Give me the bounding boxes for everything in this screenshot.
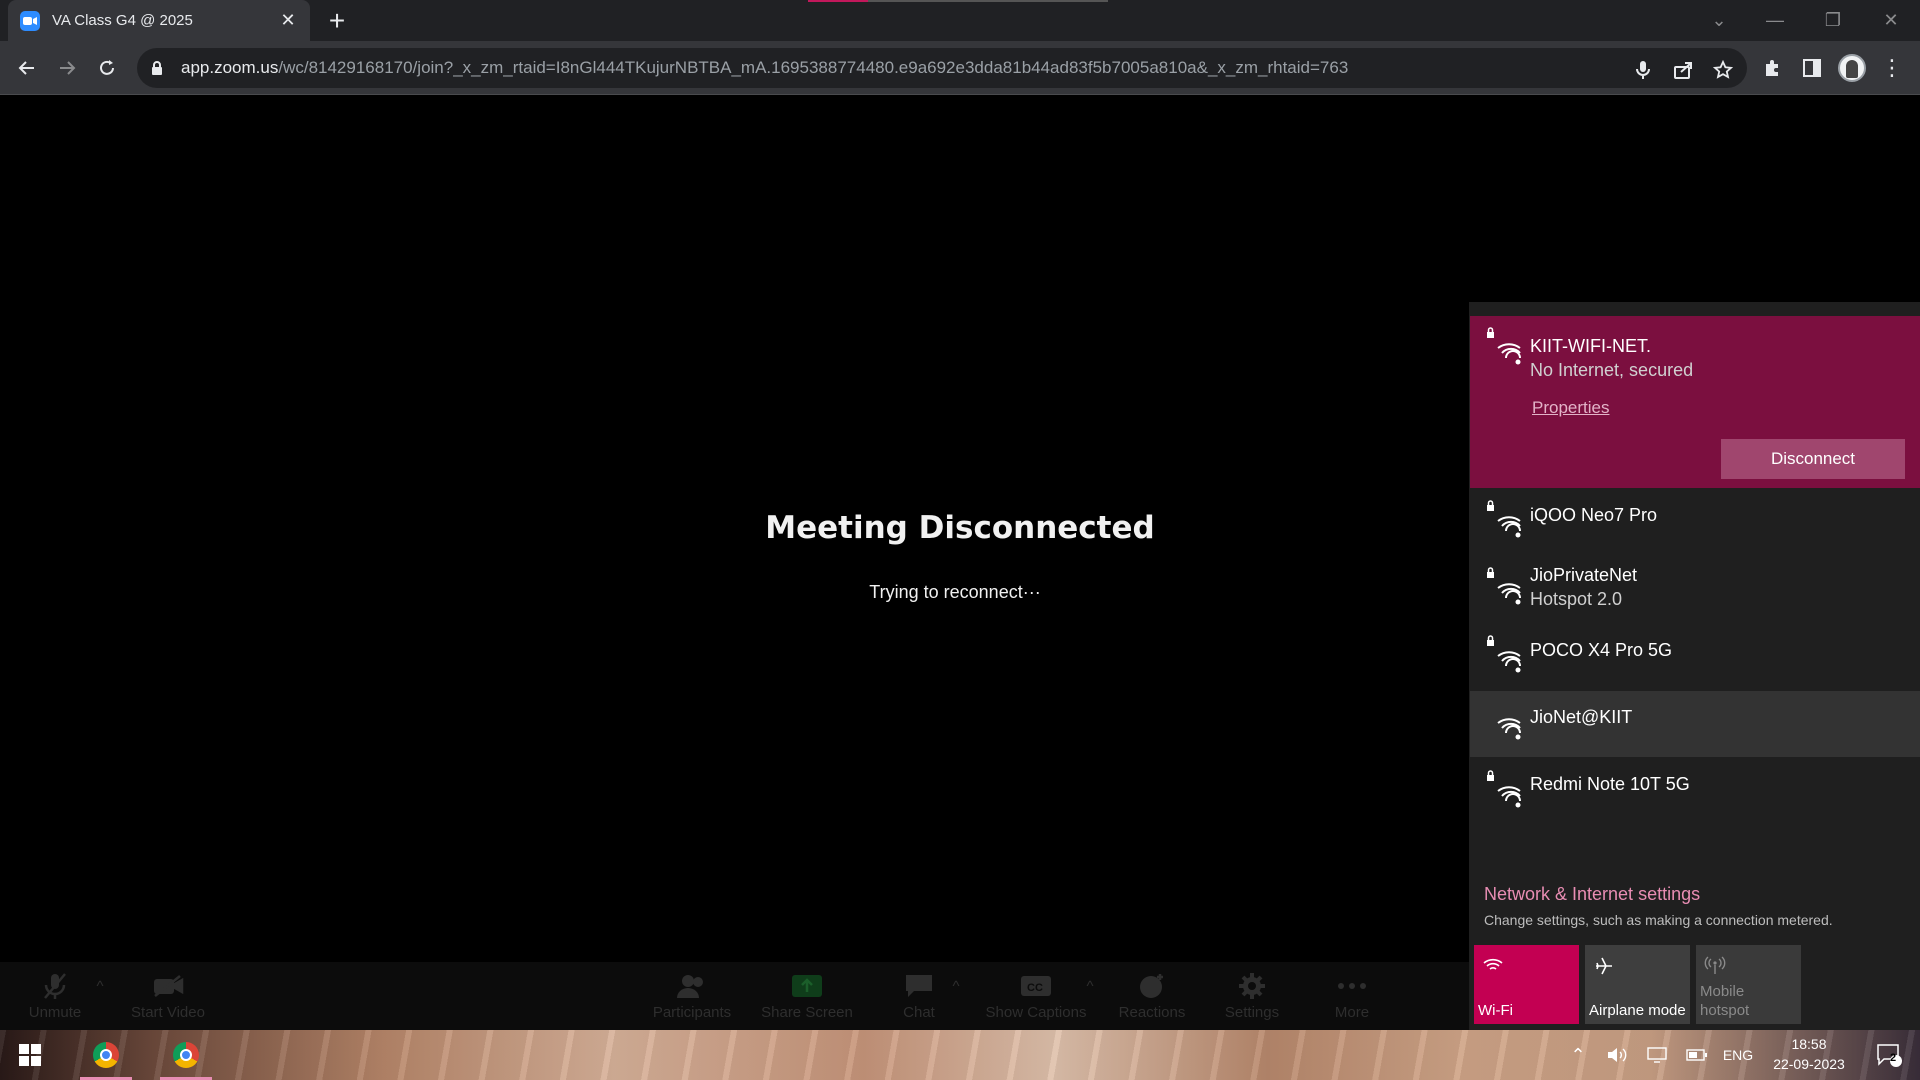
wifi-secured-icon [1487,327,1521,365]
network-name: JioNet@KIIT [1530,707,1633,727]
chrome-icon [173,1042,199,1068]
share-screen-label: Share Screen [761,1004,853,1021]
chat-options-caret[interactable]: ^ [936,962,976,1030]
clock-date: 22-09-2023 [1773,1056,1845,1072]
wifi-icon [1483,958,1503,970]
wifi-secured-icon [1487,500,1521,538]
reactions-button[interactable]: Reactions [1102,962,1202,1030]
video-off-icon [118,970,218,1002]
settings-button[interactable]: Settings [1202,962,1302,1030]
volume-icon[interactable] [1600,1030,1634,1080]
properties-link[interactable]: Properties [1532,398,1609,418]
wifi-secured-icon [1487,635,1521,673]
address-bar[interactable]: app.zoom.us/wc/81429168170/join?_x_zm_rt… [137,48,1747,88]
more-label: More [1334,1004,1370,1021]
back-button[interactable] [12,53,42,83]
mobile-hotspot-tile[interactable]: Mobile hotspot [1696,945,1801,1024]
airplane-tile-label: Airplane mode [1589,1002,1686,1019]
input-language[interactable]: ENG [1718,1030,1758,1080]
network-settings-description: Change settings, such as making a connec… [1484,912,1833,928]
zoom-favicon-icon [20,10,40,31]
browser-toolbar: app.zoom.us/wc/81429168170/join?_x_zm_rt… [0,41,1920,95]
restore-button[interactable]: ❐ [1804,0,1862,41]
settings-label: Settings [1224,1004,1280,1021]
screen: VA Class G4 @ 2025 ✕ + ⌄ — ❐ ✕ app.zoom.… [0,0,1920,1080]
profile-avatar[interactable] [1837,53,1867,83]
wifi-secured-icon [1487,567,1521,605]
taskbar-clock[interactable]: 18:58 22-09-2023 [1764,1034,1854,1074]
chrome-menu-icon[interactable]: ⋮ [1877,53,1907,83]
action-center-icon [1877,1044,1902,1067]
network-name: iQOO Neo7 Pro [1530,505,1658,525]
tab-close-icon[interactable]: ✕ [278,10,298,31]
taskbar: ⌃ ENG 2 [0,1030,1920,1080]
microphone-icon[interactable] [1631,58,1655,82]
browser-tab[interactable]: VA Class G4 @ 2025 ✕ [8,0,310,41]
windows-logo-icon [19,1044,41,1066]
extensions-icon[interactable] [1757,53,1787,83]
chrome-taskbar-button[interactable] [76,1030,136,1080]
network-item[interactable]: JioNet@KIIT [1470,691,1920,757]
tab-search-icon[interactable]: ⌄ [1690,0,1748,41]
network-item[interactable]: Redmi Note 10T 5G [1470,759,1920,825]
reload-button[interactable] [92,53,122,83]
participants-button[interactable]: Participants [642,962,742,1030]
tab-title: VA Class G4 @ 2025 [52,12,193,29]
start-video-button[interactable]: Start Video [118,962,218,1030]
zoom-toolbar: Unmute ^ Start Video Participants Share … [0,962,1470,1030]
bookmark-star-icon[interactable] [1711,58,1735,82]
network-active-item[interactable]: KIIT-WIFI-NET. No Internet, secured Prop… [1470,316,1920,488]
airplane-mode-tile[interactable]: Airplane mode [1585,945,1690,1024]
show-hidden-icons-chevron-icon[interactable]: ⌃ [1564,1030,1592,1080]
forward-button[interactable] [52,53,82,83]
notifications-button[interactable]: 2 [1864,1030,1914,1080]
network-item[interactable]: POCO X4 Pro 5G [1470,624,1920,690]
start-button[interactable] [0,1030,60,1080]
reactions-icon [1102,970,1202,1002]
side-panel-icon[interactable] [1797,53,1827,83]
share-icon[interactable] [1671,58,1695,82]
airplane-icon [1596,957,1612,975]
more-dots-icon [1302,970,1402,1002]
network-tray-icon[interactable] [1640,1030,1674,1080]
wifi-toggle-tile[interactable]: Wi-Fi [1474,945,1579,1024]
svg-text:CC: CC [1027,982,1043,994]
start-video-label: Start Video [131,1004,205,1021]
network-name: JioPrivateNet [1530,565,1638,585]
reactions-label: Reactions [1118,1004,1186,1021]
network-subtitle: Hotspot 2.0 [1530,589,1623,609]
wifi-open-icon [1497,718,1521,740]
participants-icon [642,970,742,1002]
battery-icon[interactable] [1680,1030,1714,1080]
hotspot-icon [1704,956,1726,974]
active-network-name: KIIT-WIFI-NET. [1530,336,1651,356]
audio-options-caret[interactable]: ^ [80,962,120,1030]
active-network-status: No Internet, secured [1530,360,1694,380]
new-tab-button[interactable]: + [322,6,352,36]
network-item[interactable]: JioPrivateNet Hotspot 2.0 [1470,556,1920,626]
more-button[interactable]: More [1302,962,1402,1030]
lock-icon[interactable] [151,61,169,75]
participants-label: Participants [652,1004,732,1021]
network-item[interactable]: iQOO Neo7 Pro [1470,489,1920,555]
gear-icon [1202,970,1302,1002]
network-settings-link[interactable]: Network & Internet settings [1484,884,1700,905]
clock-time: 18:58 [1791,1036,1827,1052]
url-text: app.zoom.us/wc/81429168170/join?_x_zm_rt… [181,58,1349,77]
share-screen-button[interactable]: Share Screen [757,962,857,1030]
wifi-secured-icon [1487,770,1521,808]
notification-count: 2 [1890,1052,1897,1064]
minimize-button[interactable]: — [1746,0,1804,41]
chrome-taskbar-button[interactable] [156,1030,216,1080]
wifi-tile-label: Wi-Fi [1478,1002,1513,1019]
hotspot-tile-label: Mobile hotspot [1700,983,1750,1019]
close-window-button[interactable]: ✕ [1862,0,1920,41]
tab-strip: VA Class G4 @ 2025 ✕ + ⌄ — ❐ ✕ [0,0,1920,41]
network-name: POCO X4 Pro 5G [1530,640,1673,660]
loading-bar [808,0,1108,2]
disconnect-button[interactable]: Disconnect [1721,439,1905,479]
share-screen-icon [757,970,857,1002]
chrome-icon [93,1042,119,1068]
network-name: Redmi Note 10T 5G [1530,774,1690,794]
